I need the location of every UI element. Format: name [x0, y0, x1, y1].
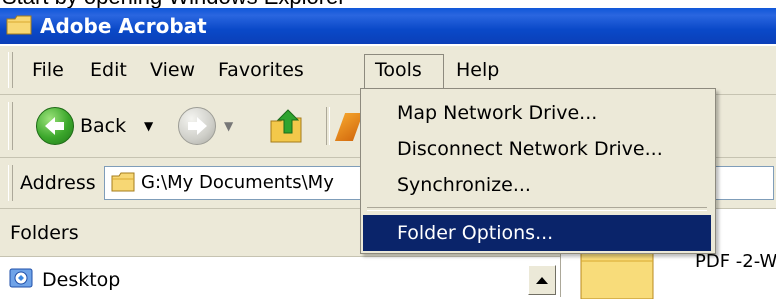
desktop-icon — [9, 268, 33, 288]
address-label: Address — [20, 172, 96, 194]
menu-file[interactable]: File — [22, 55, 74, 85]
menu-item-folder-options[interactable]: Folder Options... — [363, 215, 711, 251]
menu-grip[interactable] — [8, 52, 13, 88]
menu-tools[interactable]: Tools — [364, 54, 444, 90]
folder-icon — [6, 15, 32, 35]
toolbar-grip[interactable] — [8, 102, 13, 150]
address-value: G:\My Documents\My — [141, 172, 334, 193]
menu-favorites[interactable]: Favorites — [208, 55, 314, 85]
back-dropdown-arrow[interactable]: ▼ — [144, 119, 153, 133]
window-title: Adobe Acrobat — [40, 14, 207, 38]
menu-help[interactable]: Help — [446, 55, 509, 85]
file-item-label[interactable]: PDF -2-W — [695, 251, 776, 272]
caption-text: Start by opening Windows Explorer — [0, 0, 776, 8]
menu-item-map-network-drive[interactable]: Map Network Drive... — [363, 95, 711, 131]
address-grip[interactable] — [8, 165, 13, 201]
forward-icon[interactable] — [178, 107, 216, 145]
search-icon[interactable] — [334, 113, 364, 141]
folder-up-icon[interactable] — [268, 107, 304, 145]
scroll-up-arrow-icon — [536, 277, 548, 284]
tree-item-label: Desktop — [42, 269, 121, 291]
menu-edit[interactable]: Edit — [80, 55, 137, 85]
forward-dropdown-arrow[interactable]: ▼ — [224, 119, 233, 133]
back-button-label[interactable]: Back — [80, 111, 126, 141]
menu-item-synchronize[interactable]: Synchronize... — [363, 167, 711, 203]
tools-dropdown-menu: Map Network Drive... Disconnect Network … — [360, 88, 716, 254]
menu-separator — [367, 207, 707, 211]
folders-pane-title: Folders — [10, 222, 79, 244]
title-bar: Adobe Acrobat — [0, 8, 776, 44]
menu-view[interactable]: View — [140, 55, 205, 85]
scroll-up-button[interactable] — [528, 265, 556, 295]
folder-icon — [111, 172, 135, 192]
back-icon[interactable] — [36, 107, 74, 145]
menu-item-disconnect-network-drive[interactable]: Disconnect Network Drive... — [363, 131, 711, 167]
toolbar-separator — [326, 107, 330, 145]
